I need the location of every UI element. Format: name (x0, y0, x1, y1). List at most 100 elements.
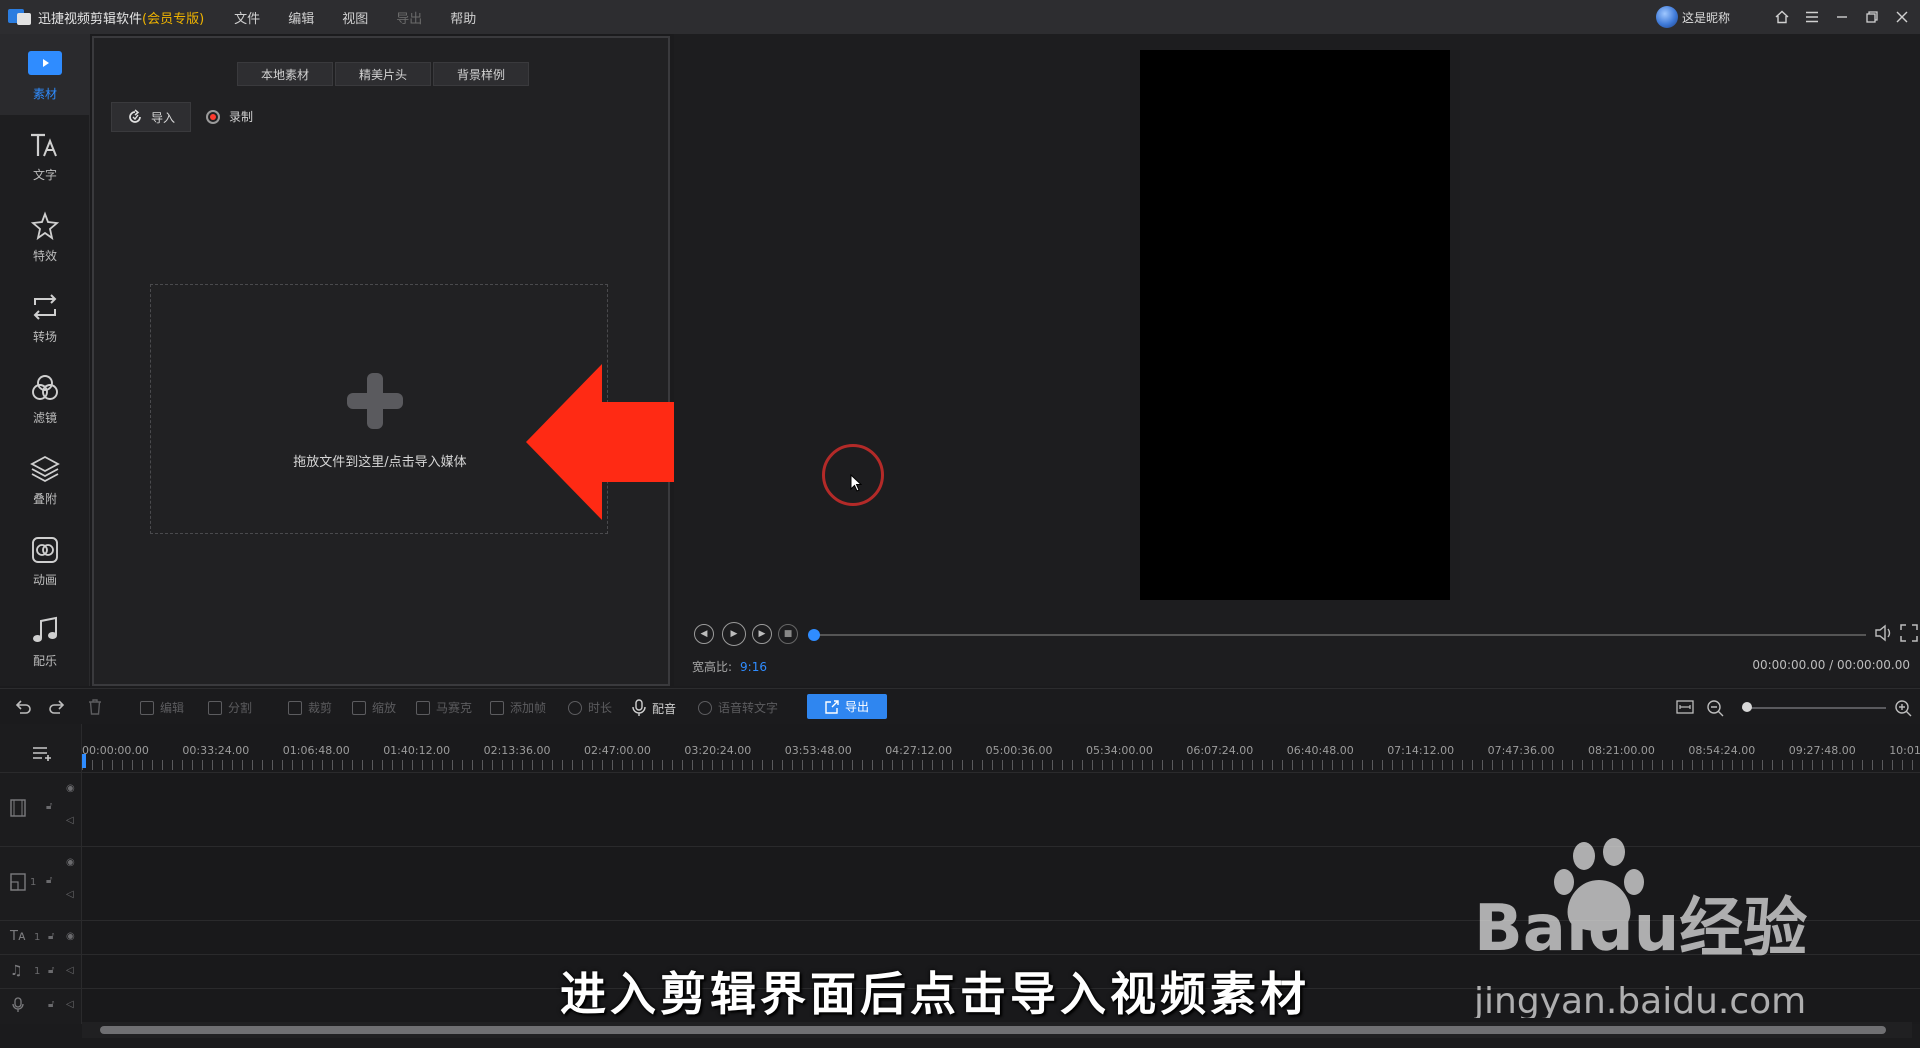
menu-file[interactable]: 文件 (234, 8, 260, 27)
media-tabs: 本地素材 精美片头 背景样例 (237, 62, 531, 86)
restore-icon[interactable] (1860, 5, 1884, 29)
ruler-tick-label: 03:20:24.00 (684, 744, 752, 757)
tab-background-samples[interactable]: 背景样例 (433, 62, 529, 86)
split-button[interactable]: 分割 (208, 699, 252, 716)
zoom-slider-handle[interactable] (1742, 702, 1752, 712)
stop-icon[interactable]: ■ (778, 624, 798, 644)
aspect-ratio[interactable]: 宽高比: 9:16 (692, 658, 767, 675)
crop-button[interactable]: 裁剪 (288, 699, 332, 716)
lock-icon[interactable]: 🔓︎ (48, 999, 54, 1010)
seek-bar[interactable] (808, 629, 1866, 641)
timeline-horizontal-scrollbar[interactable] (82, 1022, 1912, 1038)
aspect-ratio-value[interactable]: 9:16 (740, 660, 767, 674)
import-button[interactable]: 导入 (111, 102, 191, 132)
visibility-icon[interactable]: ◉ (66, 783, 75, 794)
add-frame-button[interactable]: 添加帧 (490, 699, 546, 716)
previous-frame-icon[interactable]: ◀ (694, 624, 714, 644)
track-number: 1 (34, 966, 41, 977)
ruler-tick-label: 04:27:12.00 (885, 744, 953, 757)
lock-icon[interactable]: 🔓︎ (48, 931, 54, 942)
timeline-ruler[interactable]: 00:00:00.00 00:33:24.00 01:06:48.00 01:40:1… (82, 724, 1920, 770)
sidebar-item-media[interactable]: 素材 (0, 34, 90, 115)
delete-icon[interactable] (88, 699, 102, 715)
playhead[interactable] (82, 754, 86, 768)
minimize-icon[interactable] (1830, 5, 1854, 29)
close-icon[interactable] (1890, 5, 1914, 29)
sidebar-item-filter[interactable]: 滤镜 (0, 358, 90, 439)
edit-icon (140, 700, 154, 715)
menu-view[interactable]: 视图 (342, 8, 368, 27)
menu-help[interactable]: 帮助 (450, 8, 476, 27)
watermark-url: jingyan.baidu.com (1474, 981, 1806, 1018)
record-button[interactable]: 录制 (206, 108, 253, 125)
zoom-out-icon[interactable] (1706, 699, 1724, 717)
ruler-tick-label: 08:54:24.00 (1688, 744, 1756, 757)
mute-icon[interactable]: ◁ (66, 815, 74, 826)
mute-icon[interactable]: ◁ (66, 889, 74, 900)
video-track[interactable] (82, 772, 1920, 846)
mute-icon[interactable]: ◁ (66, 965, 74, 976)
fit-timeline-icon[interactable] (1676, 699, 1694, 715)
track-head-music: ♫ 1 🔓︎ ◁ (0, 954, 82, 988)
sidebar-item-text[interactable]: 文字 (0, 115, 90, 196)
tab-local-media[interactable]: 本地素材 (237, 62, 333, 86)
zoom-in-icon[interactable] (1894, 699, 1912, 717)
sidebar-item-music[interactable]: 配乐 (0, 601, 90, 682)
speech-to-text-button[interactable]: 语音转文字 (698, 699, 778, 716)
ruler-tick-label: 02:47:00.00 (584, 744, 651, 757)
duration-button[interactable]: 时长 (568, 699, 612, 716)
zoom-button[interactable]: 缩放 (352, 699, 396, 716)
ruler-tick-label: 06:07:24.00 (1186, 744, 1254, 757)
speech-icon (698, 700, 712, 715)
seek-handle[interactable] (808, 629, 820, 641)
fullscreen-icon[interactable] (1900, 624, 1918, 646)
sidebar-item-effects[interactable]: 特效 (0, 196, 90, 277)
text-track-icon: Tᴀ (10, 929, 26, 944)
preview-panel: ◀ ▶ ▶ ■ 宽高比: 9:16 00:00:00.00 / 00:00:00.… (674, 34, 1920, 686)
track-headers: 🔓︎ ◉ ◁ 1 🔓︎ ◉ ◁ Tᴀ 1 🔓︎ ◉ ♫ 1 🔓︎ ◁ 🔓︎ ◁ (0, 724, 82, 1024)
lock-icon[interactable]: 🔓︎ (46, 801, 52, 812)
sidebar-item-label: 转场 (32, 330, 57, 344)
menu-icon[interactable] (1800, 5, 1824, 29)
user-account[interactable]: 这是昵称 (1655, 6, 1730, 28)
tab-intro-templates[interactable]: 精美片头 (335, 62, 431, 86)
avatar (1655, 6, 1678, 28)
export-button[interactable]: 导出 (807, 694, 887, 719)
film-icon (10, 799, 26, 821)
add-track-icon[interactable] (32, 746, 54, 766)
feature-sidebar: 素材 文字 特效 转场 滤镜 叠附 动画 配乐 (0, 34, 90, 686)
lock-icon[interactable]: 🔓︎ (48, 965, 54, 976)
clock-icon (568, 700, 582, 715)
play-icon[interactable]: ▶ (722, 622, 746, 646)
home-icon[interactable] (1770, 5, 1794, 29)
visibility-icon[interactable]: ◉ (66, 931, 75, 942)
menu-edit[interactable]: 编辑 (288, 8, 314, 27)
redo-icon[interactable] (48, 699, 66, 715)
menu-export[interactable]: 导出 (396, 8, 422, 27)
filter-icon (28, 371, 62, 405)
sidebar-item-overlay[interactable]: 叠附 (0, 439, 90, 520)
timeline-zoom-slider[interactable] (1742, 702, 1886, 712)
playback-time: 00:00:00.00 / 00:00:00.00 (1752, 658, 1910, 672)
ruler-tick-label: 01:06:48.00 (282, 744, 350, 757)
scrollbar-thumb[interactable] (100, 1026, 1886, 1034)
track-head-video: 🔓︎ ◉ ◁ (0, 772, 82, 846)
mute-icon[interactable]: ◁ (66, 999, 74, 1010)
volume-icon[interactable] (1874, 624, 1894, 646)
undo-icon[interactable] (14, 699, 32, 715)
next-frame-icon[interactable]: ▶ (752, 624, 772, 644)
sidebar-item-label: 叠附 (32, 492, 57, 506)
visibility-icon[interactable]: ◉ (66, 857, 75, 868)
dubbing-button[interactable]: 配音 (632, 699, 676, 717)
import-label: 导入 (150, 110, 175, 125)
sidebar-item-animation[interactable]: 动画 (0, 520, 90, 601)
mosaic-button[interactable]: 马赛克 (416, 699, 472, 716)
lock-icon[interactable]: 🔓︎ (46, 875, 52, 886)
ruler-tick-label: 09:27:48.00 (1788, 744, 1856, 757)
track-head-pip: 1 🔓︎ ◉ ◁ (0, 846, 82, 920)
sidebar-item-transition[interactable]: 转场 (0, 277, 90, 358)
scissors-icon (208, 700, 222, 715)
animation-icon (28, 533, 62, 567)
track-number: 1 (34, 932, 41, 943)
edit-button[interactable]: 编辑 (140, 699, 184, 716)
